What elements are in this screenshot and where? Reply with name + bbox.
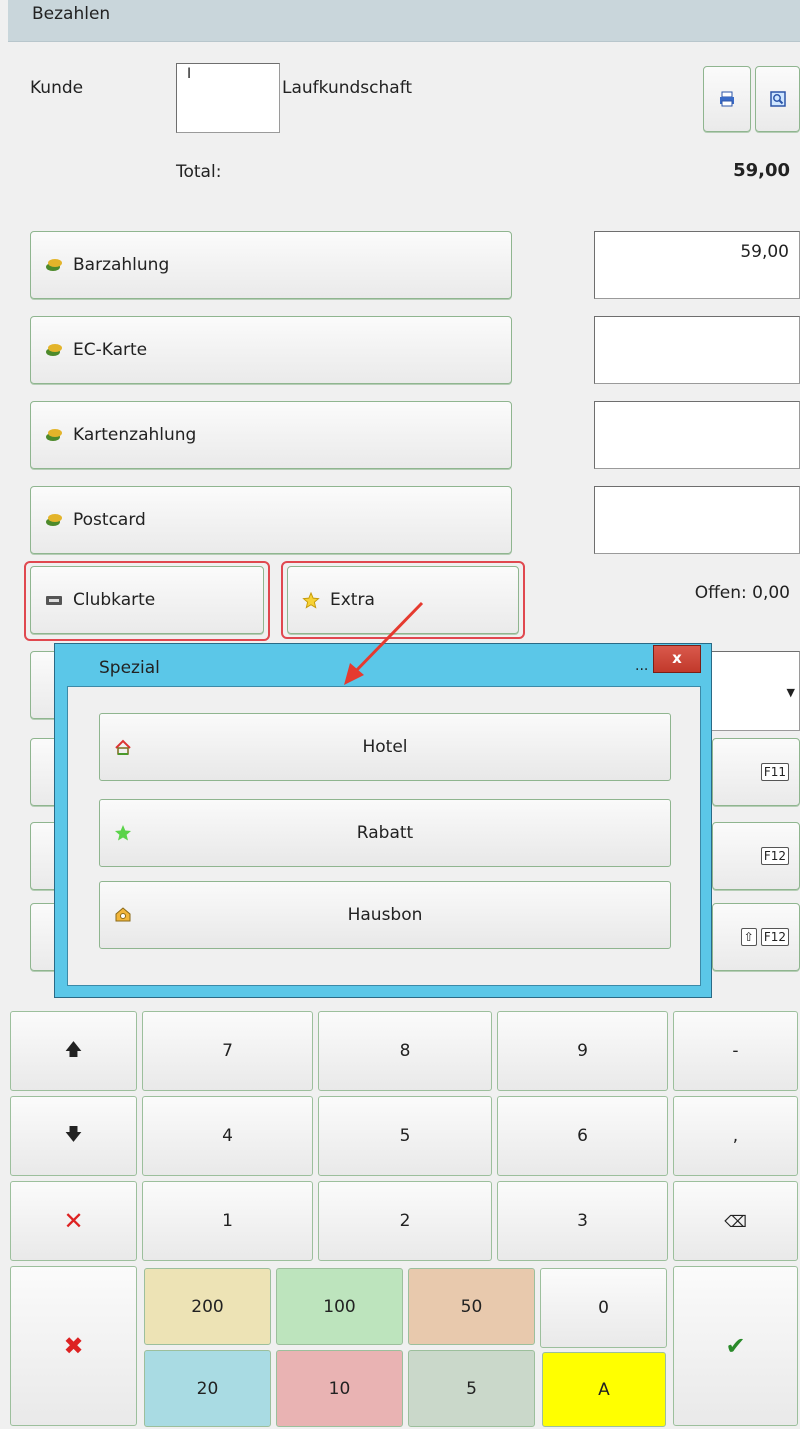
special-dialog: Spezial ... x Hotel Rabatt Hausbon: [54, 643, 712, 998]
arrow-down-icon: 🡇: [64, 1124, 83, 1145]
keypad-key[interactable]: -: [673, 1011, 798, 1091]
card-icon: [46, 596, 62, 605]
special-option-hotel[interactable]: Hotel: [99, 713, 671, 781]
arrow-up-icon: 🡅: [64, 1039, 83, 1060]
printer-icon: [720, 91, 734, 107]
clear-key[interactable]: ✕: [10, 1181, 137, 1261]
shortcut-f12-button[interactable]: F12: [712, 822, 800, 890]
all-amount-key[interactable]: A: [542, 1352, 666, 1427]
house-icon: [115, 739, 131, 755]
payment-label: Kartenzahlung: [73, 425, 197, 445]
cancel-key[interactable]: ✖: [10, 1266, 137, 1426]
note-100-key[interactable]: 100: [276, 1268, 403, 1345]
print-button[interactable]: [703, 66, 751, 132]
arrow-annotation-icon: [344, 601, 424, 685]
open-amount-label: Offen: 0,00: [694, 583, 790, 603]
payment-amount-ec-karte[interactable]: [594, 316, 800, 384]
keypad-key[interactable]: 8: [318, 1011, 492, 1091]
confirm-key[interactable]: ✔: [673, 1266, 798, 1426]
star-icon: [115, 825, 131, 841]
note-200-key[interactable]: 200: [144, 1268, 271, 1345]
keypad-key[interactable]: 6: [497, 1096, 668, 1176]
clubcard-label: Clubkarte: [73, 590, 156, 610]
payment-button-kartenzahlung[interactable]: Kartenzahlung: [30, 401, 512, 469]
f12-key-icon: F12: [760, 847, 789, 865]
keypad-key[interactable]: 1: [142, 1181, 313, 1261]
keypad-key[interactable]: 9: [497, 1011, 668, 1091]
backspace-key[interactable]: ⌫: [673, 1181, 798, 1261]
arrow-down-key[interactable]: 🡇: [10, 1096, 137, 1176]
keypad-key[interactable]: 5: [318, 1096, 492, 1176]
backspace-icon: ⌫: [724, 1211, 747, 1231]
star-icon: [302, 591, 320, 609]
clubcard-button[interactable]: Clubkarte: [30, 566, 264, 634]
customer-name: Laufkundschaft: [282, 78, 413, 98]
money-icon: [46, 429, 62, 441]
f12-key-icon: F12: [760, 928, 789, 946]
dialog-close-button[interactable]: x: [653, 645, 701, 673]
dropdown[interactable]: ▼: [700, 651, 800, 731]
keypad-key[interactable]: 0: [540, 1268, 667, 1348]
preview-icon: [769, 91, 786, 107]
keypad-key[interactable]: 3: [497, 1181, 668, 1261]
voucher-icon: [115, 907, 131, 922]
chevron-down-icon: ▼: [786, 686, 795, 699]
check-icon: ✔: [725, 1332, 746, 1360]
payment-amount-postcard[interactable]: [594, 486, 800, 554]
keypad-key[interactable]: ,: [673, 1096, 798, 1176]
option-label: Hausbon: [347, 905, 423, 925]
payment-label: Barzahlung: [73, 255, 170, 275]
customer-input[interactable]: I: [176, 63, 280, 133]
f11-key-icon: F11: [760, 763, 789, 781]
dialog-body: Hotel Rabatt Hausbon: [67, 686, 701, 986]
total-value: 59,00: [733, 160, 790, 181]
preview-button[interactable]: [755, 66, 800, 132]
dialog-title: Spezial: [99, 658, 160, 678]
keypad-key[interactable]: 7: [142, 1011, 313, 1091]
payment-button-barzahlung[interactable]: Barzahlung: [30, 231, 512, 299]
payment-amount-kartenzahlung[interactable]: [594, 401, 800, 469]
shift-key-icon: ⇧: [740, 928, 757, 946]
arrow-up-key[interactable]: 🡅: [10, 1011, 137, 1091]
keypad-key[interactable]: 4: [142, 1096, 313, 1176]
payment-label: EC-Karte: [73, 340, 148, 360]
shortcut-f11-button[interactable]: F11: [712, 738, 800, 806]
cancel-icon: ✖: [63, 1332, 84, 1360]
window-title: Bezahlen: [32, 4, 111, 24]
note-50-key[interactable]: 50: [408, 1268, 535, 1345]
special-option-hausbon[interactable]: Hausbon: [99, 881, 671, 949]
note-10-key[interactable]: 10: [276, 1350, 403, 1427]
money-icon: [46, 514, 62, 526]
window-title-bar: Bezahlen: [8, 0, 800, 42]
shortcut-shift-f12-button[interactable]: ⇧ F12: [712, 903, 800, 971]
payment-button-ec-karte[interactable]: EC-Karte: [30, 316, 512, 384]
note-20-key[interactable]: 20: [144, 1350, 271, 1427]
money-icon: [46, 259, 62, 271]
note-5-key[interactable]: 5: [408, 1350, 535, 1427]
keypad-key[interactable]: 2: [318, 1181, 492, 1261]
total-label: Total:: [176, 162, 222, 182]
option-label: Rabatt: [356, 823, 414, 843]
money-icon: [46, 344, 62, 356]
customer-label: Kunde: [30, 78, 84, 98]
dialog-menu-dots[interactable]: ...: [635, 658, 648, 674]
special-option-rabatt[interactable]: Rabatt: [99, 799, 671, 867]
option-label: Hotel: [362, 737, 408, 757]
payment-label: Postcard: [73, 510, 146, 530]
close-icon: ✕: [63, 1207, 84, 1235]
payment-amount-barzahlung[interactable]: 59,00: [594, 231, 800, 299]
payment-button-postcard[interactable]: Postcard: [30, 486, 512, 554]
